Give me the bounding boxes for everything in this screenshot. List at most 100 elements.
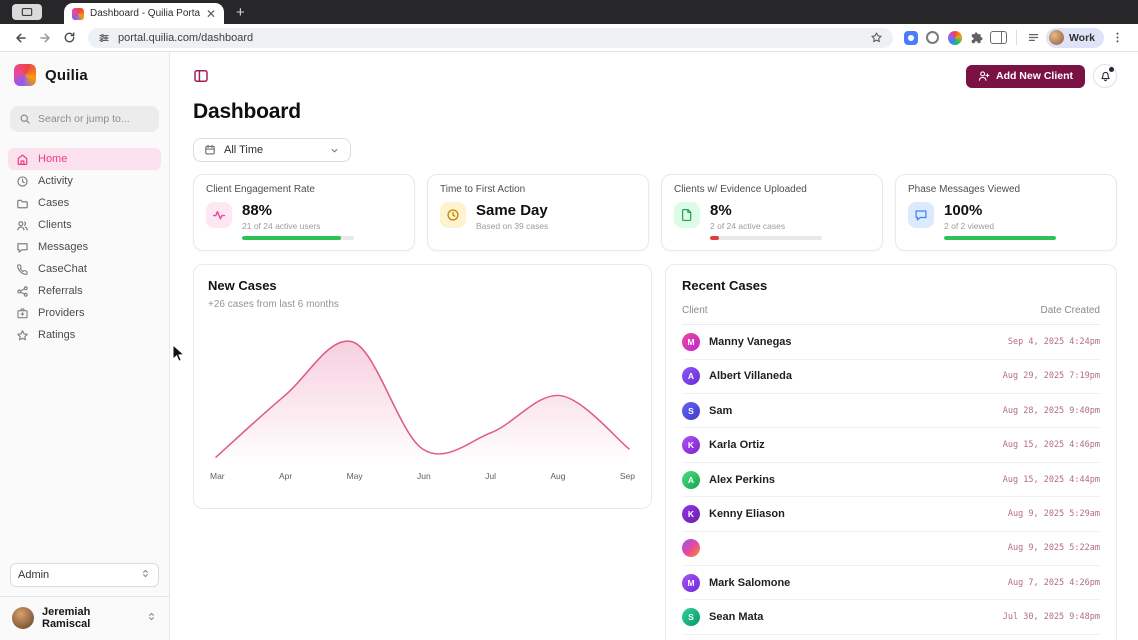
- x-tick: Sep: [620, 471, 635, 481]
- screenshot-tool-icon[interactable]: [12, 4, 42, 20]
- notifications-button[interactable]: [1093, 64, 1117, 88]
- client-name: Karla Ortiz: [709, 439, 994, 451]
- extension-icon-blue[interactable]: [901, 28, 921, 48]
- stat-subtitle: 2 of 24 active cases: [710, 221, 822, 231]
- sidebar-item-casechat[interactable]: CaseChat: [8, 258, 161, 280]
- x-tick: Aug: [550, 471, 565, 481]
- search-input[interactable]: Search or jump to...: [10, 106, 159, 132]
- chat-icon: [16, 241, 29, 254]
- avatar: [682, 539, 700, 557]
- tab-list-icon[interactable]: [1024, 28, 1044, 48]
- sidebar-item-ratings[interactable]: Ratings: [8, 324, 161, 346]
- main-content: Add New Client Dashboard All Time: [170, 52, 1138, 640]
- client-name: Sam: [709, 405, 994, 417]
- date-created: Aug 9, 2025 5:29am: [1008, 509, 1100, 519]
- sidebar-item-label: Ratings: [38, 329, 75, 341]
- browser-tab[interactable]: Dashboard - Quilia Portal ✕: [64, 3, 224, 24]
- stat-title: Time to First Action: [440, 184, 636, 195]
- sidebar-item-label: Activity: [38, 175, 73, 187]
- sidebar-nav: Home Activity Cases Clients Messages: [0, 148, 169, 346]
- recent-cases-panel: Recent Cases Client Date Created M Manny…: [665, 264, 1117, 640]
- sidebar-item-messages[interactable]: Messages: [8, 236, 161, 258]
- home-icon: [16, 153, 29, 166]
- tab-close-icon[interactable]: ✕: [206, 8, 216, 20]
- extension-icon-gray[interactable]: [923, 28, 943, 48]
- case-row[interactable]: K Kenny Eliason Aug 9, 2025 5:29am: [682, 497, 1100, 531]
- back-icon[interactable]: [10, 27, 32, 49]
- sidebar-item-label: Cases: [38, 197, 69, 209]
- case-row[interactable]: K Karla Ortiz Aug 15, 2025 4:46pm: [682, 428, 1100, 462]
- brand-name: Quilia: [45, 67, 88, 84]
- client-name: Albert Villaneda: [709, 370, 994, 382]
- case-row[interactable]: A Albert Villaneda Aug 29, 2025 7:19pm: [682, 360, 1100, 394]
- sidebar-item-clients[interactable]: Clients: [8, 214, 161, 236]
- avatar: A: [682, 367, 700, 385]
- avatar: K: [682, 436, 700, 454]
- user-name: Jeremiah Ramiscal: [42, 606, 138, 630]
- case-row[interactable]: M Manny Vanegas Sep 4, 2025 4:24pm: [682, 325, 1100, 359]
- stat-card-phase-messages: Phase Messages Viewed 100% 2 of 2 viewed: [895, 174, 1117, 251]
- avatar: M: [682, 333, 700, 351]
- url-bar[interactable]: portal.quilia.com/dashboard: [88, 28, 893, 48]
- bookmark-star-icon[interactable]: [870, 31, 883, 44]
- forward-icon[interactable]: [34, 27, 56, 49]
- date-created: Aug 7, 2025 4:26pm: [1008, 578, 1100, 588]
- browser-window: Dashboard - Quilia Portal ✕ + portal.qui…: [0, 0, 1138, 640]
- new-cases-chart: Mar Apr May Jun Jul Aug Sep: [208, 318, 637, 481]
- date-created: Sep 4, 2025 4:24pm: [1008, 337, 1100, 347]
- user-avatar: [12, 607, 34, 629]
- date-created: Jul 30, 2025 9:48pm: [1003, 612, 1100, 622]
- x-tick: Jul: [485, 471, 496, 481]
- x-tick: May: [347, 471, 363, 481]
- avatar: S: [682, 402, 700, 420]
- sidebar-toggle-icon[interactable]: [193, 68, 209, 84]
- client-name: Alex Perkins: [709, 474, 994, 486]
- avatar: A: [682, 471, 700, 489]
- stat-subtitle: 21 of 24 active users: [242, 221, 354, 231]
- users-icon: [16, 219, 29, 232]
- date-created: Aug 28, 2025 9:40pm: [1003, 406, 1100, 416]
- extension-icon-color[interactable]: [945, 28, 965, 48]
- date-created: Aug 9, 2025 5:22am: [1008, 543, 1100, 553]
- tab-title: Dashboard - Quilia Portal: [90, 8, 200, 19]
- case-row[interactable]: M Mark Salomone Aug 7, 2025 4:26pm: [682, 566, 1100, 600]
- date-created: Aug 15, 2025 4:46pm: [1003, 440, 1100, 450]
- new-cases-panel: New Cases +26 cases from last 6 months: [193, 264, 652, 509]
- browser-menu-kebab-icon[interactable]: [1106, 27, 1128, 49]
- chevrons-up-down-icon: [146, 609, 157, 627]
- user-plus-icon: [978, 70, 990, 82]
- clock-icon: [16, 175, 29, 188]
- star-icon: [16, 329, 29, 342]
- stat-card-engagement: Client Engagement Rate 88% 21 of 24 acti…: [193, 174, 415, 251]
- sidebar-item-cases[interactable]: Cases: [8, 192, 161, 214]
- sidebar-item-label: Providers: [38, 307, 84, 319]
- case-row[interactable]: S Sean Mata Jul 30, 2025 9:48pm: [682, 600, 1100, 634]
- browser-profile-chip[interactable]: Work: [1046, 28, 1104, 48]
- case-row[interactable]: Aug 9, 2025 5:22am: [682, 532, 1100, 566]
- add-new-client-button[interactable]: Add New Client: [966, 65, 1085, 88]
- time-filter-select[interactable]: All Time: [193, 138, 351, 162]
- user-menu[interactable]: Jeremiah Ramiscal: [0, 596, 169, 630]
- browser-address-bar: portal.quilia.com/dashboard Work: [0, 24, 1138, 52]
- progress-bar: [944, 236, 1056, 240]
- browser-tab-strip: Dashboard - Quilia Portal ✕ +: [0, 0, 1138, 24]
- stat-value: 88%: [242, 202, 354, 219]
- sidebar-item-referrals[interactable]: Referrals: [8, 280, 161, 302]
- case-row[interactable]: S Sam Aug 28, 2025 9:40pm: [682, 394, 1100, 428]
- side-panel-icon[interactable]: [989, 28, 1009, 48]
- sidebar-item-activity[interactable]: Activity: [8, 170, 161, 192]
- new-tab-button[interactable]: +: [236, 5, 245, 20]
- sidebar-item-providers[interactable]: Providers: [8, 302, 161, 324]
- content-topbar: Add New Client: [193, 64, 1117, 88]
- site-settings-icon[interactable]: [98, 32, 110, 44]
- sidebar-item-home[interactable]: Home: [8, 148, 161, 170]
- role-select-value: Admin: [18, 569, 49, 581]
- case-row[interactable]: 3 3rd party Contractor Jul 30, 2025 8:00…: [682, 635, 1100, 640]
- role-select[interactable]: Admin: [10, 563, 159, 587]
- calendar-icon: [204, 144, 216, 156]
- activity-icon: [206, 202, 232, 228]
- extensions-puzzle-icon[interactable]: [967, 28, 987, 48]
- case-row[interactable]: A Alex Perkins Aug 15, 2025 4:44pm: [682, 463, 1100, 497]
- folder-icon: [16, 197, 29, 210]
- reload-icon[interactable]: [58, 27, 80, 49]
